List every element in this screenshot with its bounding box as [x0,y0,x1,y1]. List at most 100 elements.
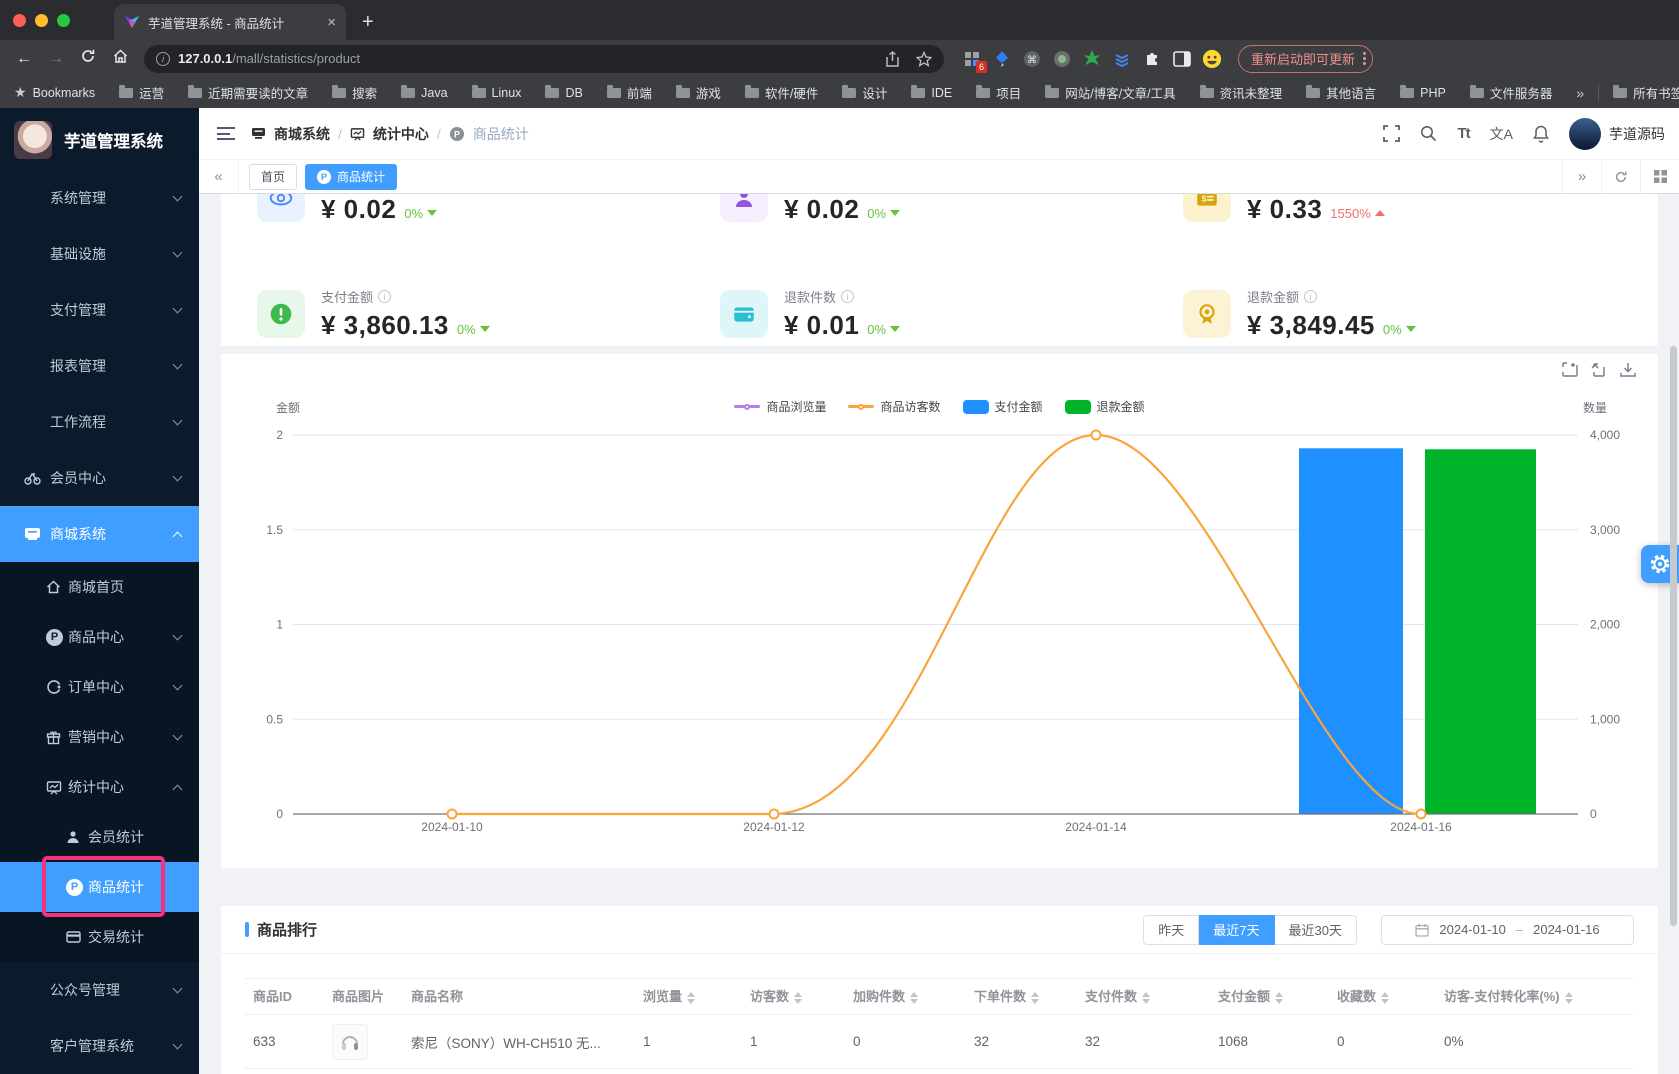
breadcrumb-item[interactable]: 商城系统 [274,124,330,144]
page-scrollbar[interactable] [1670,346,1677,926]
col-favorites[interactable]: 收藏数 [1329,979,1436,1015]
bookmark-folder-11[interactable]: 项目 [976,83,1021,102]
window-minimize-button[interactable] [35,14,48,27]
font-size-icon[interactable]: Tt [1457,125,1469,142]
tag-home[interactable]: 首页 [249,164,297,190]
site-info-icon[interactable] [156,52,170,66]
all-bookmarks[interactable]: 所有书签 [1613,83,1679,102]
window-zoom-button[interactable] [57,14,70,27]
sidebar-item-official-account[interactable]: 公众号管理 [0,962,199,1018]
sort-icons[interactable] [910,992,918,1004]
bookmark-folder-0[interactable]: 运营 [119,83,164,102]
bookmark-folder-4[interactable]: Linux [472,86,522,100]
sidebar-item-workflow[interactable]: 工作流程 [0,394,199,450]
home-icon[interactable] [106,48,134,69]
sidebar-item-system-management[interactable]: 系统管理 [0,170,199,226]
tab-close-icon[interactable]: × [327,14,336,31]
sort-icons[interactable] [1031,992,1039,1004]
sidebar-item-infrastructure[interactable]: 基础设施 [0,226,199,282]
bookmark-folder-2[interactable]: 搜索 [332,83,377,102]
col-conversion[interactable]: 访客-支付转化率(%) [1436,979,1634,1015]
col-order-count[interactable]: 下单件数 [966,979,1077,1015]
product-image[interactable] [332,1024,368,1060]
bookmark-folder-5[interactable]: DB [545,86,582,100]
col-paid-amount[interactable]: 支付金额 [1210,979,1329,1015]
chart-restore-icon[interactable] [1591,362,1607,378]
filter-last7days-button[interactable]: 最近7天 [1199,915,1274,945]
kite-extension-icon[interactable] [992,49,1012,69]
bookmark-folder-1[interactable]: 近期需要读的文章 [188,83,308,102]
sidebar-item-order-center[interactable]: 订单中心 [0,662,199,712]
chart-download-icon[interactable] [1620,362,1636,378]
side-panel-icon[interactable] [1172,49,1192,69]
app-logo-row[interactable]: 芋道管理系统 [0,108,199,164]
bookmarks-root[interactable]: ★ Bookmarks [14,84,95,101]
cmd-extension-icon[interactable]: ⌘ [1022,49,1042,69]
filter-yesterday-button[interactable]: 昨天 [1143,915,1199,945]
new-tab-button[interactable]: + [362,11,374,34]
chrome-update-button[interactable]: 重新启动即可更新 [1238,45,1373,73]
sidebar-item-mall-home[interactable]: 商城首页 [0,562,199,612]
language-icon[interactable]: 文A [1490,124,1513,144]
tags-refresh-icon[interactable] [1601,160,1640,194]
col-views[interactable]: 浏览量 [635,979,742,1015]
sidebar-item-mall-system[interactable]: 商城系统 [0,506,199,562]
bookmark-folder-13[interactable]: 资讯未整理 [1200,83,1283,102]
bell-icon[interactable] [1533,125,1549,143]
filter-last30days-button[interactable]: 最近30天 [1275,915,1357,945]
tags-scroll-right-icon[interactable]: » [1562,160,1601,194]
tab-manager-extension-icon[interactable]: 6 [962,49,982,69]
sidebar-item-marketing-center[interactable]: 营销中心 [0,712,199,762]
breadcrumb-item[interactable]: 统计中心 [373,124,429,144]
info-icon[interactable] [841,290,854,303]
chart-zoom-icon[interactable] [1562,362,1578,378]
tags-scroll-left-icon[interactable]: « [199,160,239,194]
date-range-picker[interactable]: 2024-01-10 – 2024-01-16 [1381,915,1634,945]
star-extension-icon[interactable] [1082,49,1102,69]
bookmark-folder-9[interactable]: 设计 [842,83,887,102]
sidebar-item-trade-statistics[interactable]: 交易统计 [0,912,199,962]
window-close-button[interactable] [13,14,26,27]
sidebar-item-crm[interactable]: 客户管理系统 [0,1018,199,1074]
sidebar-item-report-management[interactable]: 报表管理 [0,338,199,394]
legend-item-pay-amount[interactable]: 支付金额 [963,398,1043,415]
bookmarks-overflow-icon[interactable]: » [1576,85,1584,101]
sort-icons[interactable] [1565,992,1573,1004]
bookmark-folder-10[interactable]: IDE [911,86,952,100]
legend-item-visitors[interactable]: 商品访客数 [848,398,940,415]
bookmark-folder-14[interactable]: 其他语言 [1306,83,1376,102]
bookmark-folder-3[interactable]: Java [401,86,447,100]
bookmark-folder-15[interactable]: PHP [1400,86,1446,100]
bookmark-star-icon[interactable] [916,51,932,67]
sort-icons[interactable] [1381,992,1389,1004]
sort-icons[interactable] [1142,992,1150,1004]
bookmark-folder-6[interactable]: 前端 [607,83,652,102]
sort-icons[interactable] [687,992,695,1004]
share-icon[interactable] [885,51,900,67]
fullscreen-icon[interactable] [1383,125,1400,142]
back-icon[interactable]: ← [10,50,38,68]
table-row[interactable]: 633 索尼（SONY）WH-CH510 [245,1015,1634,1069]
user-menu[interactable]: 芋道源码 [1569,118,1665,150]
col-visitors[interactable]: 访客数 [742,979,845,1015]
bookmark-folder-8[interactable]: 软件/硬件 [745,83,818,102]
chrome-menu-icon[interactable] [1363,50,1366,67]
bookmark-folder-12[interactable]: 网站/博客/文章/工具 [1045,83,1175,102]
forward-icon[interactable]: → [42,50,70,68]
col-cart-count[interactable]: 加购件数 [845,979,966,1015]
tags-menu-icon[interactable] [1640,160,1679,194]
sidebar-item-member-statistics[interactable]: 会员统计 [0,812,199,862]
menu-collapse-icon[interactable] [217,124,235,144]
profile-avatar-icon[interactable] [1202,49,1222,69]
chart-canvas[interactable]: 24,0001.53,00012,0000.51,00000金额数量2024-0… [221,354,1658,868]
legend-item-refund-amount[interactable]: 退款金额 [1065,398,1145,415]
info-icon[interactable] [1304,290,1317,303]
dot-extension-icon[interactable] [1052,49,1072,69]
layers-extension-icon[interactable] [1112,49,1132,69]
url-bar[interactable]: 127.0.0.1/mall/statistics/product [144,45,944,73]
bookmark-folder-7[interactable]: 游戏 [676,83,721,102]
legend-item-browse[interactable]: 商品浏览量 [734,398,826,415]
sidebar-item-statistics-center[interactable]: 统计中心 [0,762,199,812]
cell-product-name[interactable]: 索尼（SONY）WH-CH510 无... [403,1015,635,1069]
browser-tab[interactable]: 芋道管理系统 - 商品统计 × [114,4,346,40]
